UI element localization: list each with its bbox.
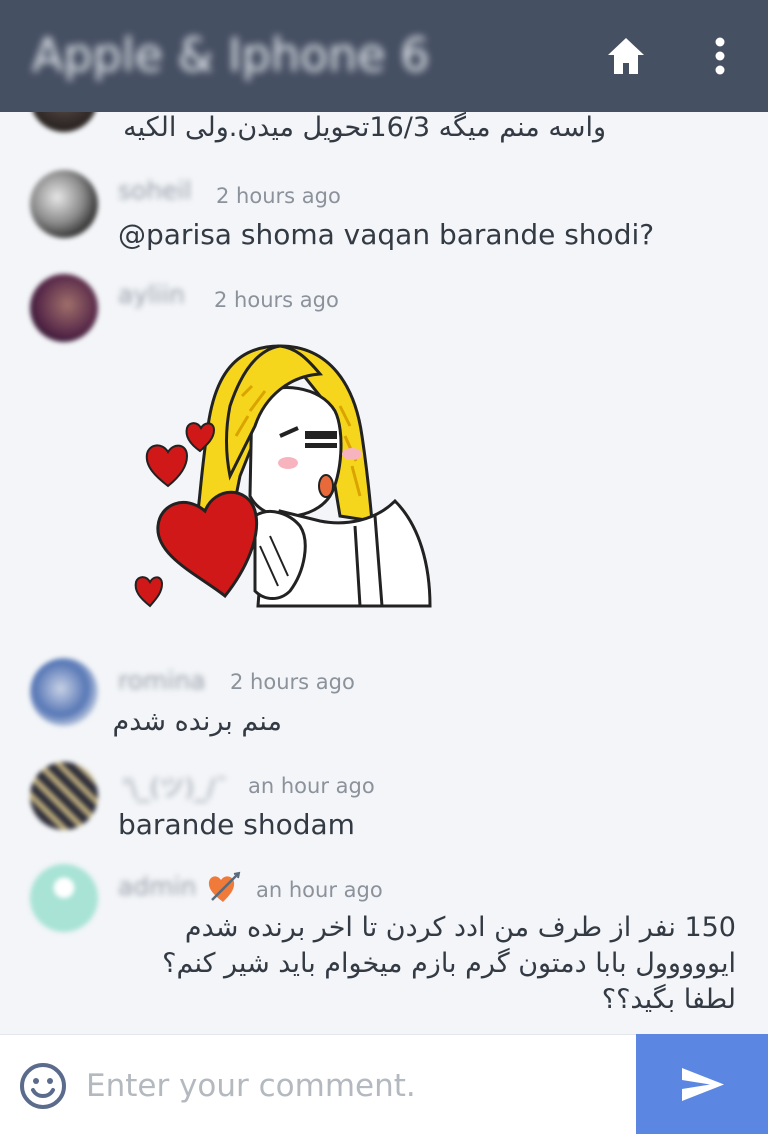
blowing-kiss-sticker (134, 344, 432, 608)
comment-username: ayliin (118, 280, 185, 309)
more-options-button[interactable] (700, 32, 740, 80)
comment-input-bar (0, 1034, 768, 1134)
comment-text: لطفا بگید؟؟ (601, 984, 736, 1015)
more-vertical-icon (715, 37, 725, 75)
page-title: Apple & Iphone 6 (32, 28, 430, 82)
avatar (30, 864, 98, 932)
comment-text: @parisa shoma vaqan barande shodi? (118, 218, 655, 251)
comment-timestamp: 2 hours ago (230, 670, 355, 694)
app-screen: Apple & Iphone 6 واسه منم میگه 16/3تحویل… (0, 0, 768, 1134)
avatar (30, 762, 98, 830)
comment-timestamp: 2 hours ago (214, 288, 339, 312)
comment-timestamp: 2 hours ago (216, 184, 341, 208)
avatar (30, 658, 98, 726)
comment-text: barande shodam (118, 808, 355, 841)
comment-input[interactable] (86, 1059, 616, 1113)
comment-text: 150 نفر از طرف من ادد کردن تا اخر برنده … (184, 912, 736, 943)
comment-username: soheil (118, 176, 192, 205)
comment-text: منم برنده شدم (112, 706, 282, 737)
comment-username: '\_(ツ)_/¯ (122, 773, 228, 802)
home-button[interactable] (600, 30, 652, 82)
comment-timestamp: an hour ago (248, 774, 375, 798)
comment-text: واسه منم میگه 16/3تحویل میدن.ولی الکیه (123, 112, 606, 143)
avatar (30, 170, 98, 238)
comment-timestamp: an hour ago (256, 878, 383, 902)
app-header: Apple & Iphone 6 (0, 0, 768, 112)
comment-username: romina (118, 666, 206, 695)
comment-username: admin (118, 872, 197, 901)
smiley-icon (20, 1063, 66, 1109)
avatar (30, 274, 98, 342)
send-icon (682, 1068, 724, 1101)
send-button[interactable] (636, 1034, 768, 1134)
comment-feed[interactable]: واسه منم میگه 16/3تحویل میدن.ولی الکیه s… (0, 112, 768, 1034)
comment-text: ایووووول بابا دمتون گرم بازم میخوام باید… (162, 948, 736, 979)
heart-arrow-badge-icon (208, 871, 241, 902)
avatar (30, 112, 98, 132)
emoji-button[interactable] (18, 1061, 68, 1111)
home-icon (608, 38, 644, 74)
